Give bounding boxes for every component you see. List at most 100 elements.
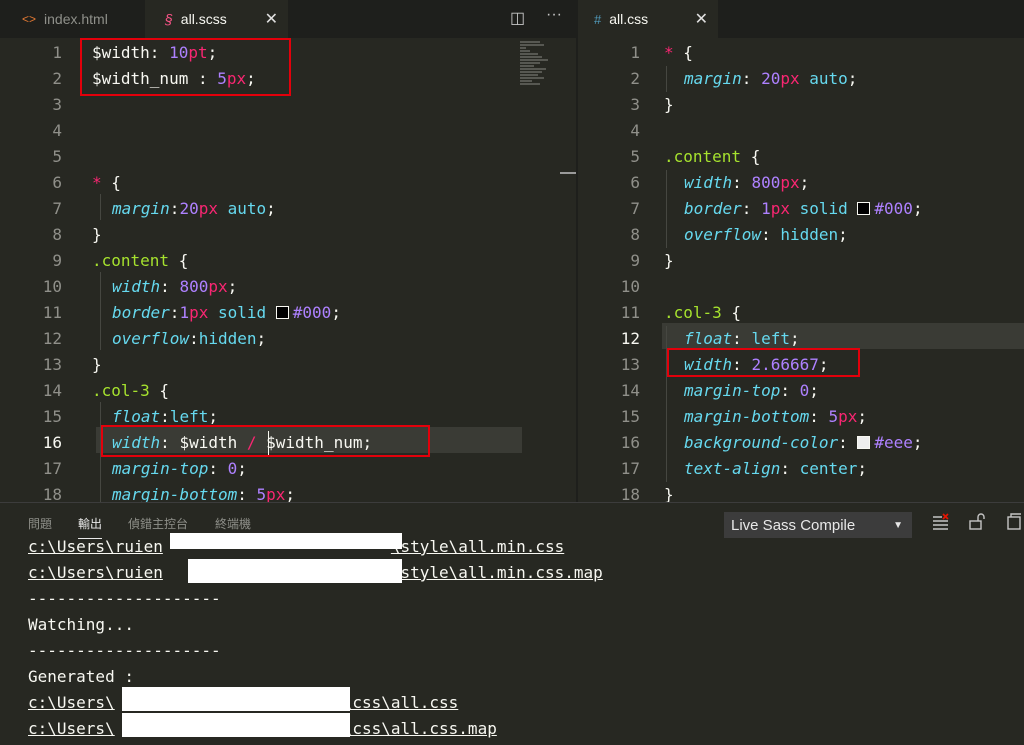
- clear-output-icon[interactable]: [932, 513, 949, 535]
- line-number: 18: [620, 485, 640, 502]
- output-line: Watching...: [28, 615, 134, 634]
- tab-terminal[interactable]: 終端機: [215, 515, 251, 532]
- line-number: 9: [630, 251, 640, 270]
- annotation-box-compiled-width: [667, 348, 860, 377]
- indent-guide: [100, 272, 101, 350]
- more-actions-icon[interactable]: ···: [546, 6, 562, 24]
- tab-index-html[interactable]: <> index.html: [0, 0, 145, 38]
- line-number: 5: [630, 147, 640, 166]
- line-number: 13: [42, 355, 62, 374]
- output-line: Generated :: [28, 667, 134, 686]
- line-number: 17: [620, 459, 640, 478]
- line-number: 1: [52, 43, 62, 62]
- line-number: 16: [42, 433, 62, 452]
- line-number: 3: [52, 95, 62, 114]
- scrollbar-indicator[interactable]: [560, 172, 576, 174]
- code-line: border:1px solid #000;: [112, 303, 341, 322]
- line-number: 12: [620, 329, 640, 348]
- redaction-block: [170, 533, 402, 549]
- output-line: --------------------: [28, 589, 221, 608]
- output-line: --------------------: [28, 641, 221, 660]
- code-line: margin-bottom: 5px;: [112, 485, 296, 502]
- close-icon[interactable]: ✕: [265, 9, 278, 29]
- close-icon[interactable]: ✕: [695, 9, 708, 29]
- line-number: 2: [52, 69, 62, 88]
- output-channel-value: Live Sass Compile: [731, 517, 856, 534]
- line-number: 15: [42, 407, 62, 426]
- color-swatch: [857, 202, 871, 215]
- css-file-icon: #: [594, 11, 602, 27]
- redaction-block: [122, 713, 350, 737]
- line-number: 16: [620, 433, 640, 452]
- line-number: 10: [620, 277, 640, 296]
- line-number: 6: [630, 173, 640, 192]
- color-swatch: [857, 436, 871, 449]
- code-line: }: [664, 251, 674, 270]
- line-number: 4: [630, 121, 640, 140]
- annotation-box-width-expression: [101, 425, 430, 457]
- tab-label: all.css: [609, 11, 649, 27]
- code-line: margin: 20px auto;: [684, 69, 858, 88]
- code-line: overflow:hidden;: [112, 329, 267, 348]
- output-channel-select[interactable]: Live Sass Compile ▼: [724, 512, 912, 538]
- right-tab-bar: # all.css ✕: [578, 0, 1024, 38]
- css-editor[interactable]: 1 2 3 4 5 6 7 8 9 10 11 12 13 14 15 16 1…: [578, 38, 1024, 502]
- scss-editor[interactable]: 1 2 3 4 5 6 7 8 9 10 11 12 13 14 15 16 1…: [0, 38, 576, 502]
- tab-debug-console[interactable]: 偵錯主控台: [128, 515, 188, 532]
- annotation-box-variables: [80, 38, 291, 96]
- code-line: margin-top: 0;: [684, 381, 819, 400]
- code-line: width: 800px;: [684, 173, 810, 192]
- redaction-block: [122, 687, 350, 711]
- code-line: margin-bottom: 5px;: [684, 407, 868, 426]
- line-number: 3: [630, 95, 640, 114]
- code-line: * {: [664, 43, 693, 62]
- code-line: .content {: [664, 147, 761, 166]
- code-line: width: 800px;: [112, 277, 238, 296]
- chevron-down-icon: ▼: [893, 520, 903, 531]
- indent-guide: [666, 66, 667, 92]
- line-number: 18: [42, 485, 62, 502]
- tab-all-scss[interactable]: § all.scss ✕: [145, 0, 288, 38]
- code-line: background-color: #eee;: [684, 433, 923, 452]
- redaction-block: [188, 559, 402, 583]
- left-tab-bar: <> index.html § all.scss ✕ ◫ ···: [0, 0, 576, 38]
- code-line: .content {: [92, 251, 189, 270]
- line-number: 10: [42, 277, 62, 296]
- line-number: 8: [52, 225, 62, 244]
- line-number: 14: [42, 381, 62, 400]
- split-editor-icon[interactable]: ◫: [510, 8, 525, 28]
- code-line: overflow: hidden;: [684, 225, 848, 244]
- line-number: 17: [42, 459, 62, 478]
- code-line: .col-3 {: [92, 381, 170, 400]
- code-line: * {: [92, 173, 121, 192]
- minimap[interactable]: [520, 40, 556, 100]
- maximize-panel-icon[interactable]: [1006, 513, 1022, 535]
- lock-scroll-icon[interactable]: [969, 513, 985, 535]
- indent-guide: [100, 194, 101, 220]
- tab-label: all.scss: [180, 11, 227, 27]
- line-number: 1: [630, 43, 640, 62]
- line-number: 5: [52, 147, 62, 166]
- color-swatch: [275, 306, 289, 319]
- line-number: 11: [42, 303, 62, 322]
- code-line: }: [664, 95, 674, 114]
- tab-label: index.html: [44, 11, 108, 27]
- code-line: margin:20px auto;: [112, 199, 276, 218]
- line-number: 4: [52, 121, 62, 140]
- html-file-icon: <>: [22, 12, 37, 26]
- sass-file-icon: §: [165, 11, 173, 27]
- output-panel: 問題 輸出 偵錯主控台 終端機 Live Sass Compile ▼ c:\U…: [0, 502, 1024, 745]
- line-number: 8: [630, 225, 640, 244]
- code-line: }: [664, 485, 674, 502]
- line-number: 14: [620, 381, 640, 400]
- code-line: margin-top: 0;: [112, 459, 247, 478]
- line-number: 7: [630, 199, 640, 218]
- tab-problems[interactable]: 問題: [28, 515, 52, 532]
- code-line: border: 1px solid #000;: [684, 199, 923, 218]
- line-number: 11: [620, 303, 640, 322]
- line-number: 2: [630, 69, 640, 88]
- line-number: 15: [620, 407, 640, 426]
- tab-all-css[interactable]: # all.css ✕: [578, 0, 718, 38]
- code-line: text-align: center;: [684, 459, 868, 478]
- line-number: 7: [52, 199, 62, 218]
